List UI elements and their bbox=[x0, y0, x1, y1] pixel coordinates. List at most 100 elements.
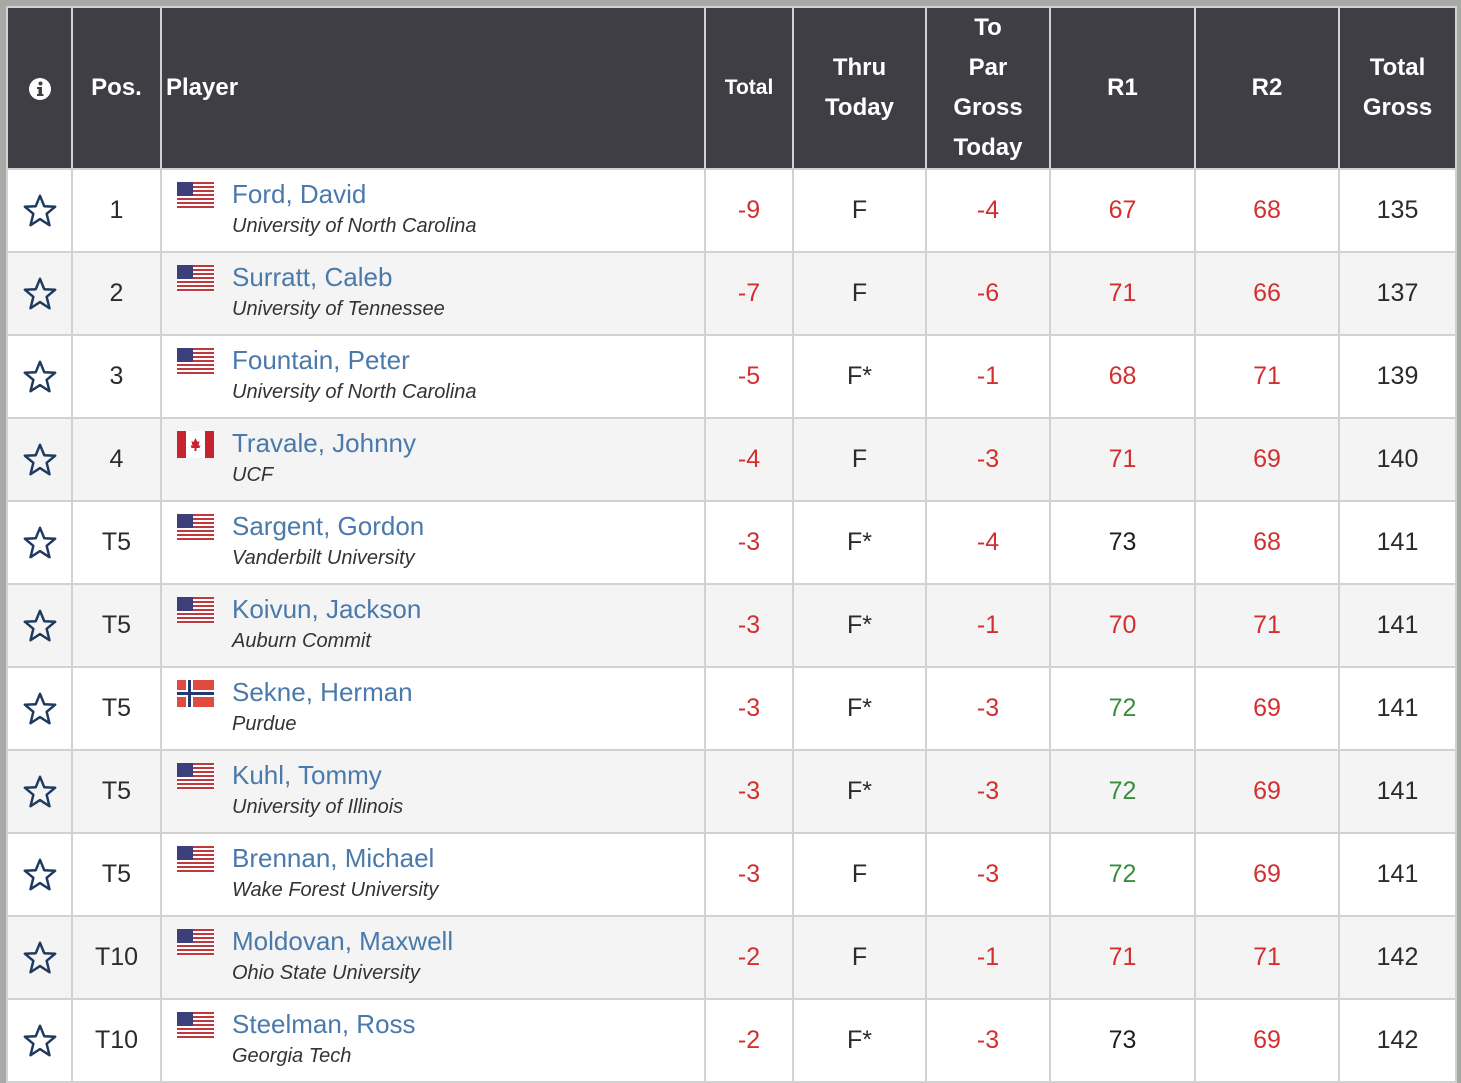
thru-today: F* bbox=[792, 666, 927, 751]
position: T5 bbox=[71, 749, 162, 834]
player-name-link[interactable]: Ford, David bbox=[232, 178, 704, 210]
round2-score: 68 bbox=[1194, 168, 1340, 253]
info-header[interactable] bbox=[6, 6, 73, 170]
round2-score: 69 bbox=[1194, 666, 1340, 751]
player-name-link[interactable]: Kuhl, Tommy bbox=[232, 759, 704, 791]
total-score: -3 bbox=[704, 832, 794, 917]
player-school: University of North Carolina bbox=[232, 215, 477, 237]
table-row[interactable]: T10 Moldovan, Maxwell Ohio State Univers… bbox=[6, 915, 1457, 1000]
to-par-today: -3 bbox=[925, 417, 1051, 502]
leaderboard-table: Pos. Player Total Thru Today To Par Gross To… bbox=[6, 6, 1457, 1083]
flag-usa-icon bbox=[177, 265, 214, 292]
thru-today: F bbox=[792, 915, 927, 1000]
favorite-cell[interactable] bbox=[6, 749, 73, 834]
position: T5 bbox=[71, 500, 162, 585]
player-name-link[interactable]: Steelman, Ross bbox=[232, 1008, 704, 1040]
star-icon[interactable] bbox=[21, 275, 59, 313]
flag-usa-icon bbox=[177, 929, 214, 956]
table-row[interactable]: 2 Surratt, Caleb University of Tennessee… bbox=[6, 251, 1457, 336]
player-cell: Fountain, Peter University of North Caro… bbox=[160, 334, 706, 419]
round1-score: 67 bbox=[1049, 168, 1196, 253]
star-icon[interactable] bbox=[21, 856, 59, 894]
to-par-gross-today-header[interactable]: To Par Gross Today bbox=[925, 6, 1051, 170]
table-row[interactable]: T5 Sekne, Herman Purdue -3 F* -3 72 69 1… bbox=[6, 666, 1457, 751]
player-school: Wake Forest University bbox=[232, 879, 439, 901]
r1-header[interactable]: R1 bbox=[1049, 6, 1196, 170]
table-row[interactable]: T5 Sargent, Gordon Vanderbilt University… bbox=[6, 500, 1457, 585]
favorite-cell[interactable] bbox=[6, 583, 73, 668]
round2-score: 69 bbox=[1194, 832, 1340, 917]
player-name-link[interactable]: Moldovan, Maxwell bbox=[232, 925, 704, 957]
favorite-cell[interactable] bbox=[6, 998, 73, 1083]
position: T5 bbox=[71, 583, 162, 668]
flag-usa-icon bbox=[177, 182, 214, 209]
thru-today: F* bbox=[792, 334, 927, 419]
r2-header[interactable]: R2 bbox=[1194, 6, 1340, 170]
favorite-cell[interactable] bbox=[6, 666, 73, 751]
table-row[interactable]: 1 Ford, David University of North Caroli… bbox=[6, 168, 1457, 253]
flag-usa-icon bbox=[177, 763, 214, 790]
thru-today: F* bbox=[792, 500, 927, 585]
total-score: -3 bbox=[704, 500, 794, 585]
position: T10 bbox=[71, 998, 162, 1083]
table-row[interactable]: 3 Fountain, Peter University of North Ca… bbox=[6, 334, 1457, 419]
total-gross: 141 bbox=[1338, 500, 1457, 585]
favorite-cell[interactable] bbox=[6, 915, 73, 1000]
player-school: Georgia Tech bbox=[232, 1045, 352, 1067]
star-icon[interactable] bbox=[21, 1022, 59, 1060]
star-icon[interactable] bbox=[21, 524, 59, 562]
star-icon[interactable] bbox=[21, 607, 59, 645]
info-icon[interactable] bbox=[28, 77, 52, 101]
table-row[interactable]: T5 Brennan, Michael Wake Forest Universi… bbox=[6, 832, 1457, 917]
thru-today-header[interactable]: Thru Today bbox=[792, 6, 927, 170]
favorite-cell[interactable] bbox=[6, 500, 73, 585]
favorite-cell[interactable] bbox=[6, 334, 73, 419]
thru-today: F bbox=[792, 832, 927, 917]
star-icon[interactable] bbox=[21, 192, 59, 230]
table-row[interactable]: T5 Koivun, Jackson Auburn Commit -3 F* -… bbox=[6, 583, 1457, 668]
player-school: University of North Carolina bbox=[232, 381, 477, 403]
star-icon[interactable] bbox=[21, 441, 59, 479]
position: 1 bbox=[71, 168, 162, 253]
star-icon[interactable] bbox=[21, 773, 59, 811]
player-name-link[interactable]: Travale, Johnny bbox=[232, 427, 704, 459]
pos-header[interactable]: Pos. bbox=[71, 6, 162, 170]
total-gross-header[interactable]: Total Gross bbox=[1338, 6, 1457, 170]
to-par-today: -1 bbox=[925, 583, 1051, 668]
player-school: Vanderbilt University bbox=[232, 547, 415, 569]
table-row[interactable]: T5 Kuhl, Tommy University of Illinois -3… bbox=[6, 749, 1457, 834]
round2-score: 69 bbox=[1194, 998, 1340, 1083]
round2-score: 71 bbox=[1194, 915, 1340, 1000]
player-name-link[interactable]: Fountain, Peter bbox=[232, 344, 704, 376]
table-row[interactable]: 4 Travale, Johnny UCF -4 F -3 71 69 140 bbox=[6, 417, 1457, 502]
total-score: -2 bbox=[704, 915, 794, 1000]
table-row[interactable]: T10 Steelman, Ross Georgia Tech -2 F* -3… bbox=[6, 998, 1457, 1083]
star-icon[interactable] bbox=[21, 939, 59, 977]
favorite-cell[interactable] bbox=[6, 417, 73, 502]
player-name-link[interactable]: Sekne, Herman bbox=[232, 676, 704, 708]
favorite-cell[interactable] bbox=[6, 832, 73, 917]
player-cell: Moldovan, Maxwell Ohio State University bbox=[160, 915, 706, 1000]
player-cell: Steelman, Ross Georgia Tech bbox=[160, 998, 706, 1083]
flag-usa-icon bbox=[177, 846, 214, 873]
player-header[interactable]: Player bbox=[160, 6, 706, 170]
player-name-link[interactable]: Sargent, Gordon bbox=[232, 510, 704, 542]
flag-usa-icon bbox=[177, 1012, 214, 1039]
player-school: Ohio State University bbox=[232, 962, 420, 984]
total-header[interactable]: Total bbox=[704, 6, 794, 170]
star-icon[interactable] bbox=[21, 358, 59, 396]
favorite-cell[interactable] bbox=[6, 251, 73, 336]
favorite-cell[interactable] bbox=[6, 168, 73, 253]
player-name-link[interactable]: Koivun, Jackson bbox=[232, 593, 704, 625]
star-icon[interactable] bbox=[21, 690, 59, 728]
total-score: -4 bbox=[704, 417, 794, 502]
player-school: University of Illinois bbox=[232, 796, 404, 818]
player-school: Auburn Commit bbox=[232, 630, 371, 652]
position: 4 bbox=[71, 417, 162, 502]
position: 2 bbox=[71, 251, 162, 336]
player-cell: Surratt, Caleb University of Tennessee bbox=[160, 251, 706, 336]
flag-nor-icon bbox=[177, 680, 214, 707]
player-name-link[interactable]: Brennan, Michael bbox=[232, 842, 704, 874]
position: T5 bbox=[71, 832, 162, 917]
player-name-link[interactable]: Surratt, Caleb bbox=[232, 261, 704, 293]
